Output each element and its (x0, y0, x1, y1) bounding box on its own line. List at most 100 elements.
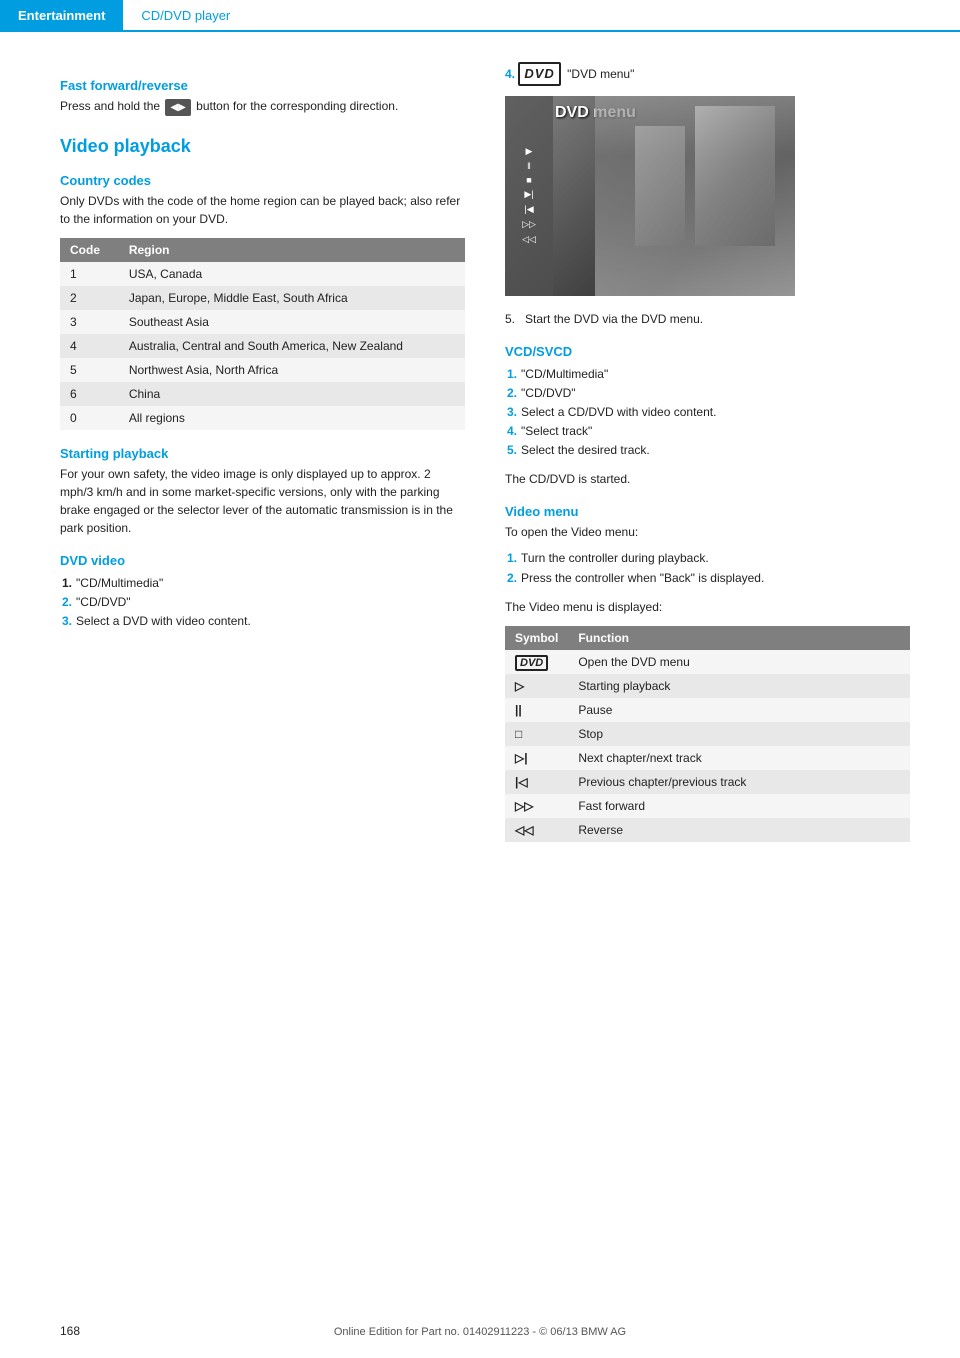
symbol-cell: DVD (505, 650, 568, 674)
table-row: ||Pause (505, 698, 910, 722)
code-cell: 4 (60, 334, 119, 358)
table-row: 2Japan, Europe, Middle East, South Afric… (60, 286, 465, 310)
dvd-icon-1: ▶ (509, 146, 549, 157)
dvd-symbol: DVD (515, 655, 548, 671)
page-content: Fast forward/reverse Press and hold the … (0, 32, 960, 902)
list-item: 1."CD/Multimedia" (505, 365, 910, 384)
ff-button-icon: ◀▶ (165, 99, 190, 116)
list-item: 2.Press the controller when "Back" is di… (505, 569, 910, 588)
table-row: ▷|Next chapter/next track (505, 746, 910, 770)
list-item: 5.Select the desired track. (505, 441, 910, 460)
left-column: Fast forward/reverse Press and hold the … (60, 62, 465, 842)
function-cell: Stop (568, 722, 910, 746)
vcd-svcd-section: VCD/SVCD 1."CD/Multimedia"2."CD/DVD"3.Se… (505, 344, 910, 489)
list-item: 3.Select a CD/DVD with video content. (505, 403, 910, 422)
dvd-icon-6: ▷▷ (509, 219, 549, 230)
function-cell: Open the DVD menu (568, 650, 910, 674)
step4-text: 4. DVD "DVD menu" (505, 62, 910, 86)
code-cell: 0 (60, 406, 119, 430)
country-codes-table: Code Region 1USA, Canada2Japan, Europe, … (60, 238, 465, 430)
table-row: |◁Previous chapter/previous track (505, 770, 910, 794)
video-menu-table: Symbol Function DVD Open the DVD menu▷Sta… (505, 626, 910, 842)
dvd-icon-5: |◀ (509, 204, 549, 215)
video-table-col-symbol: Symbol (505, 626, 568, 650)
header-bar: Entertainment CD/DVD player (0, 0, 960, 32)
video-menu-heading: Video menu (505, 504, 910, 519)
list-item: 1.Turn the controller during playback. (505, 549, 910, 568)
video-playback-heading: Video playback (60, 136, 465, 157)
starting-playback-description: For your own safety, the video image is … (60, 465, 465, 537)
dvd-video-section: DVD video 1."CD/Multimedia"2."CD/DVD"3.S… (60, 553, 465, 632)
function-cell: Starting playback (568, 674, 910, 698)
symbol-cell: ▷▷ (505, 794, 568, 818)
table-row: 5Northwest Asia, North Africa (60, 358, 465, 382)
table-row: ▷Starting playback (505, 674, 910, 698)
video-menu-intro: To open the Video menu: (505, 523, 910, 541)
function-cell: Fast forward (568, 794, 910, 818)
region-cell: Japan, Europe, Middle East, South Africa (119, 286, 465, 310)
table-row: □Stop (505, 722, 910, 746)
right-column: 4. DVD "DVD menu" ▶ ‖ ■ ▶| |◀ ▷▷ ◁◁ DVD … (505, 62, 910, 842)
symbol-cell: |◁ (505, 770, 568, 794)
table-col-code: Code (60, 238, 119, 262)
list-item: 4."Select track" (505, 422, 910, 441)
dvd-video-heading: DVD video (60, 553, 465, 568)
country-codes-section: Country codes Only DVDs with the code of… (60, 173, 465, 430)
dvd-icon-7: ◁◁ (509, 234, 549, 245)
video-table-col-function: Function (568, 626, 910, 650)
symbol-cell: ▷| (505, 746, 568, 770)
symbol-cell: □ (505, 722, 568, 746)
region-cell: Australia, Central and South America, Ne… (119, 334, 465, 358)
fast-forward-section: Fast forward/reverse Press and hold the … (60, 78, 465, 116)
code-cell: 3 (60, 310, 119, 334)
symbol-cell: ◁◁ (505, 818, 568, 842)
table-col-region: Region (119, 238, 465, 262)
region-cell: All regions (119, 406, 465, 430)
step4-section: 4. DVD "DVD menu" ▶ ‖ ■ ▶| |◀ ▷▷ ◁◁ DVD … (505, 62, 910, 296)
code-cell: 6 (60, 382, 119, 406)
region-cell: Northwest Asia, North Africa (119, 358, 465, 382)
table-row: 6China (60, 382, 465, 406)
code-cell: 2 (60, 286, 119, 310)
function-cell: Pause (568, 698, 910, 722)
video-menu-section: Video menu To open the Video menu: 1.Tur… (505, 504, 910, 841)
function-cell: Previous chapter/previous track (568, 770, 910, 794)
country-codes-description: Only DVDs with the code of the home regi… (60, 192, 465, 228)
vcd-svcd-note: The CD/DVD is started. (505, 470, 910, 488)
dvd-video-steps: 1."CD/Multimedia"2."CD/DVD"3.Select a DV… (60, 574, 465, 632)
vcd-svcd-heading: VCD/SVCD (505, 344, 910, 359)
symbol-cell: || (505, 698, 568, 722)
starting-playback-section: Starting playback For your own safety, t… (60, 446, 465, 537)
header-section-label: CD/DVD player (123, 2, 248, 29)
dvd-logo-step4: DVD (518, 62, 560, 86)
dvd-icon-2: ‖ (509, 161, 549, 171)
table-row: DVD Open the DVD menu (505, 650, 910, 674)
list-item: 2."CD/DVD" (505, 384, 910, 403)
code-cell: 5 (60, 358, 119, 382)
starting-playback-heading: Starting playback (60, 446, 465, 461)
vcd-svcd-steps: 1."CD/Multimedia"2."CD/DVD"3.Select a CD… (505, 365, 910, 461)
function-cell: Next chapter/next track (568, 746, 910, 770)
table-row: 1USA, Canada (60, 262, 465, 286)
table-row: 0All regions (60, 406, 465, 430)
list-item: 2."CD/DVD" (60, 593, 465, 612)
list-item: 3.Select a DVD with video content. (60, 612, 465, 631)
region-cell: China (119, 382, 465, 406)
code-cell: 1 (60, 262, 119, 286)
table-row: ▷▷Fast forward (505, 794, 910, 818)
list-item: 1."CD/Multimedia" (60, 574, 465, 593)
dvd-overlay-panel: ▶ ‖ ■ ▶| |◀ ▷▷ ◁◁ (505, 96, 553, 296)
region-cell: Southeast Asia (119, 310, 465, 334)
table-row: 3Southeast Asia (60, 310, 465, 334)
footer-copyright: Online Edition for Part no. 01402911223 … (0, 1326, 960, 1338)
dvd-screenshot: ▶ ‖ ■ ▶| |◀ ▷▷ ◁◁ DVD menu (505, 96, 795, 296)
table-row: 4Australia, Central and South America, N… (60, 334, 465, 358)
region-cell: USA, Canada (119, 262, 465, 286)
step5-section: 5. Start the DVD via the DVD menu. (505, 310, 910, 328)
country-codes-heading: Country codes (60, 173, 465, 188)
function-cell: Reverse (568, 818, 910, 842)
fast-forward-body: Press and hold the ◀▶ button for the cor… (60, 97, 465, 116)
header-entertainment-tab[interactable]: Entertainment (0, 0, 123, 30)
dvd-icon-3: ■ (509, 175, 549, 185)
video-menu-steps: 1.Turn the controller during playback.2.… (505, 549, 910, 587)
